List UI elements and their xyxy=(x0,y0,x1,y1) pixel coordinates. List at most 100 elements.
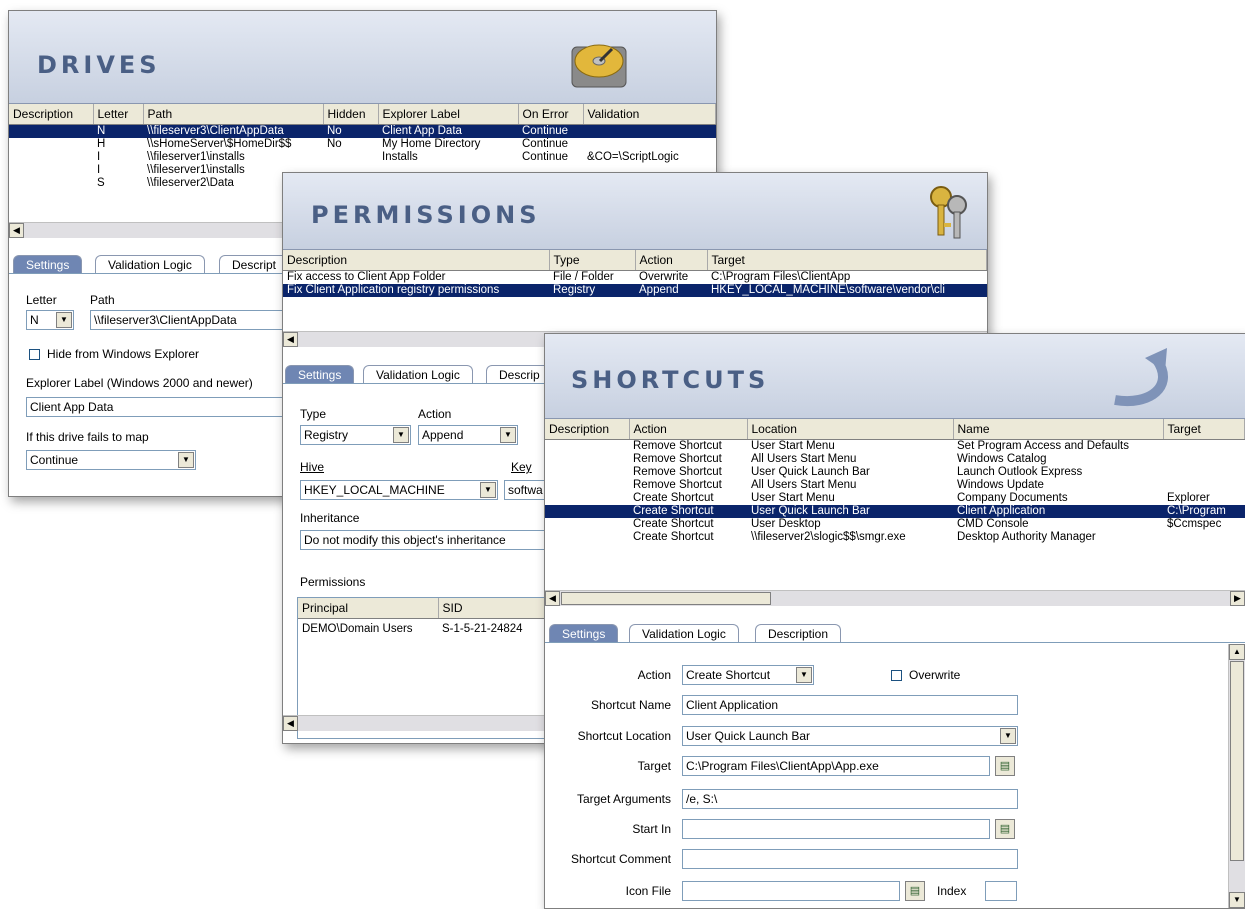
overwrite-checkbox[interactable] xyxy=(891,670,902,681)
table-row[interactable]: I \\fileserver1\installs Installs Continue &… xyxy=(9,151,716,164)
tab-description[interactable]: Descript xyxy=(219,255,290,273)
table-row[interactable]: Create Shortcut User Desktop CMD Console $C… xyxy=(545,518,1245,531)
shortcut-location-label: Shortcut Location xyxy=(577,729,671,743)
col-principal[interactable]: Principal xyxy=(298,598,439,619)
col-action[interactable]: Action xyxy=(629,419,748,440)
shortcut-name-field[interactable]: Client Application xyxy=(682,695,1018,715)
permissions-table: Description Type Action Target Fix acces… xyxy=(283,250,987,297)
start-in-field[interactable] xyxy=(682,819,990,839)
explorer-label-field[interactable]: Client App Data xyxy=(26,397,288,417)
chevron-down-icon[interactable]: ▼ xyxy=(796,667,812,683)
col-action[interactable]: Action xyxy=(635,250,708,271)
table-row[interactable]: DEMO\Domain Users S-1-5-21-24824 xyxy=(298,619,568,640)
icon-file-label: Icon File xyxy=(625,884,671,898)
icon-file-field[interactable] xyxy=(682,881,900,901)
chevron-down-icon[interactable]: ▼ xyxy=(178,452,194,468)
overwrite-label: Overwrite xyxy=(909,668,961,682)
col-location[interactable]: Location xyxy=(747,419,954,440)
col-type[interactable]: Type xyxy=(549,250,636,271)
browse-start-in-icon[interactable]: ▤ xyxy=(995,819,1015,839)
table-row[interactable]: Fix Client Application registry permissi… xyxy=(283,284,987,297)
scroll-down-icon[interactable]: ▼ xyxy=(1229,892,1245,908)
shortcuts-hscrollbar[interactable]: ◀ ▶ xyxy=(545,590,1245,606)
chevron-down-icon[interactable]: ▼ xyxy=(56,312,72,328)
hide-label: Hide from Windows Explorer xyxy=(47,347,200,361)
col-description[interactable]: Description xyxy=(9,104,94,125)
action-select[interactable]: Create Shortcut ▼ xyxy=(682,665,814,685)
explorer-label-label: Explorer Label (Windows 2000 and newer) xyxy=(26,376,253,390)
tab-validation-logic[interactable]: Validation Logic xyxy=(629,624,739,642)
col-hidden[interactable]: Hidden xyxy=(323,104,379,125)
shortcut-arrow-icon xyxy=(1114,348,1168,407)
chevron-down-icon[interactable]: ▼ xyxy=(393,427,409,443)
tab-description[interactable]: Descrip xyxy=(486,365,553,383)
tab-validation-logic[interactable]: Validation Logic xyxy=(363,365,473,383)
col-path[interactable]: Path xyxy=(143,104,324,125)
scroll-thumb[interactable] xyxy=(561,592,771,605)
col-name[interactable]: Name xyxy=(953,419,1164,440)
col-on-error[interactable]: On Error xyxy=(518,104,584,125)
browse-target-icon[interactable]: ▤ xyxy=(995,756,1015,776)
shortcut-comment-field[interactable] xyxy=(682,849,1018,869)
fail-select[interactable]: Continue ▼ xyxy=(26,450,196,470)
scroll-left-icon[interactable]: ◀ xyxy=(545,591,560,606)
col-target[interactable]: Target xyxy=(1163,419,1245,440)
col-target[interactable]: Target xyxy=(707,250,987,271)
scroll-left-icon[interactable]: ◀ xyxy=(9,223,24,238)
shortcuts-tabs: Settings Validation Logic Description xyxy=(545,620,1245,643)
tab-settings[interactable]: Settings xyxy=(549,624,619,642)
type-select[interactable]: Registry ▼ xyxy=(300,425,411,445)
scroll-thumb[interactable] xyxy=(1230,661,1244,861)
hide-checkbox[interactable] xyxy=(29,349,40,360)
col-letter[interactable]: Letter xyxy=(93,104,144,125)
scroll-left-icon[interactable]: ◀ xyxy=(283,332,298,347)
table-row[interactable]: Create Shortcut User Quick Launch Bar Clie… xyxy=(545,505,1245,518)
hard-drive-icon xyxy=(571,44,627,88)
settings-vscrollbar[interactable]: ▲ ▼ xyxy=(1228,644,1245,908)
table-row[interactable]: Create Shortcut \\fileserver2\slogic$$\sm… xyxy=(545,531,1245,544)
key-label: Key xyxy=(511,460,532,474)
action-label: Action xyxy=(418,407,452,421)
table-row[interactable]: Remove Shortcut All Users Start Menu Windo… xyxy=(545,479,1245,492)
path-field[interactable]: \\fileserver3\ClientAppData xyxy=(90,310,300,330)
hive-select[interactable]: HKEY_LOCAL_MACHINE ▼ xyxy=(300,480,498,500)
target-arguments-field[interactable]: /e, S:\ xyxy=(682,789,1018,809)
tab-settings[interactable]: Settings xyxy=(13,255,83,273)
inheritance-field[interactable]: Do not modify this object's inheritance xyxy=(300,530,564,550)
table-row[interactable]: Create Shortcut User Start Menu Company Do… xyxy=(545,492,1245,505)
tab-description[interactable]: Description xyxy=(755,624,842,642)
table-row[interactable]: H \\sHomeServer\$HomeDir$$ No My Home Direc… xyxy=(9,138,716,151)
chevron-down-icon[interactable]: ▼ xyxy=(480,482,496,498)
drives-banner: DRIVES xyxy=(9,11,716,104)
keys-icon xyxy=(930,186,967,239)
chevron-down-icon[interactable]: ▼ xyxy=(500,427,516,443)
permissions-list-label: Permissions xyxy=(300,575,366,589)
target-field[interactable]: C:\Program Files\ClientApp\App.exe xyxy=(682,756,990,776)
action-select[interactable]: Append ▼ xyxy=(418,425,518,445)
fail-label: If this drive fails to map xyxy=(26,430,149,444)
index-field[interactable] xyxy=(985,881,1017,901)
inheritance-label: Inheritance xyxy=(300,511,360,525)
table-row[interactable]: Remove Shortcut User Quick Launch Bar Laun… xyxy=(545,466,1245,479)
chevron-down-icon[interactable]: ▼ xyxy=(1000,728,1016,744)
table-row[interactable]: Remove Shortcut User Start Menu Set Progra… xyxy=(545,440,1245,454)
target-label: Target xyxy=(637,759,671,773)
drives-title: DRIVES xyxy=(37,51,161,79)
permissions-title: PERMISSIONS xyxy=(311,201,541,229)
table-row[interactable]: Remove Shortcut All Users Start Menu Windo… xyxy=(545,453,1245,466)
table-row[interactable]: N \\fileserver3\ClientAppData No Client App… xyxy=(9,124,716,138)
scroll-up-icon[interactable]: ▲ xyxy=(1229,644,1245,660)
col-validation[interactable]: Validation xyxy=(583,104,716,125)
scroll-right-icon[interactable]: ▶ xyxy=(1230,591,1245,606)
col-description[interactable]: Description xyxy=(283,250,550,271)
shortcuts-title: SHORTCUTS xyxy=(571,366,770,394)
tab-settings[interactable]: Settings xyxy=(285,365,355,383)
shortcut-location-select[interactable]: User Quick Launch Bar ▼ xyxy=(682,726,1018,746)
table-row[interactable]: Fix access to Client App Folder File / Fo… xyxy=(283,271,987,285)
scroll-left-icon[interactable]: ◀ xyxy=(283,716,298,731)
browse-icon-file-icon[interactable]: ▤ xyxy=(905,881,925,901)
tab-validation-logic[interactable]: Validation Logic xyxy=(95,255,205,273)
letter-select[interactable]: N ▼ xyxy=(26,310,74,330)
col-description[interactable]: Description xyxy=(545,419,630,440)
col-explorer-label[interactable]: Explorer Label xyxy=(378,104,519,125)
